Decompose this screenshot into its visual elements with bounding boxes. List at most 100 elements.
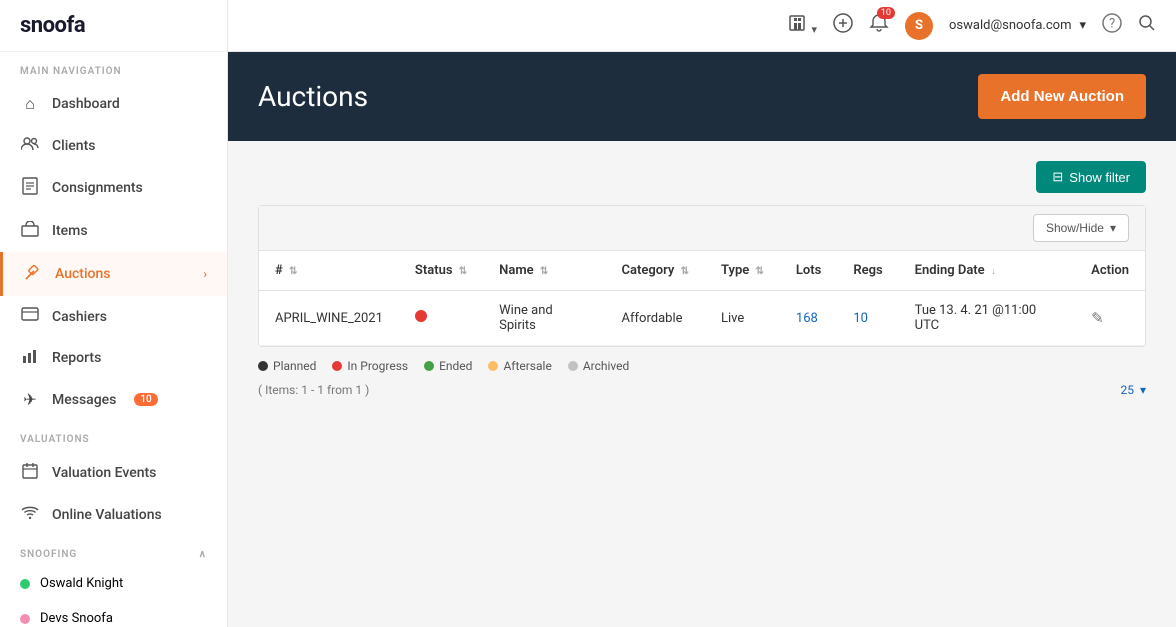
items-info: ( Items: 1 - 1 from 1 ) [258, 383, 369, 397]
aftersale-dot [488, 361, 498, 371]
sidebar-item-consignments[interactable]: Consignments [0, 166, 227, 210]
col-header-ending-date[interactable]: Ending Date ↓ [899, 251, 1075, 291]
help-icon[interactable]: ? [1102, 13, 1122, 38]
topbar: ▾ 10 S oswald@snoofa.com ▾ ? [228, 0, 1176, 52]
auctions-table-container: Show/Hide ▾ # ⇅ Status ⇅ Name ⇅ Category… [258, 205, 1146, 347]
sidebar-section-snoofing: SNOOFING ∧ [0, 535, 227, 566]
sidebar-item-online-valuations[interactable]: Online Valuations [0, 494, 227, 535]
sidebar-logo: snoofa [0, 0, 227, 52]
snoofing-user-label: Oswald Knight [40, 576, 123, 591]
user-menu-chevron: ▾ [1079, 18, 1086, 33]
sidebar-item-valuation-events[interactable]: Valuation Events [0, 451, 227, 494]
table-row: APRIL_WINE_2021 Wine and Spirits Afforda… [259, 291, 1145, 346]
col-header-lots[interactable]: Lots [780, 251, 837, 291]
notifications-badge: 10 [877, 7, 895, 19]
col-header-name[interactable]: Name ⇅ [483, 251, 605, 291]
main-content: Auctions Add New Auction ⊟ Show filter S… [228, 52, 1176, 627]
table-footer: ( Items: 1 - 1 from 1 ) 25 ▾ [258, 383, 1146, 397]
sidebar-item-reports[interactable]: Reports [0, 337, 227, 379]
sidebar-item-label: Dashboard [52, 96, 120, 112]
sidebar-item-dashboard[interactable]: ⌂ Dashboard [0, 83, 227, 125]
sidebar-item-label: Online Valuations [52, 507, 162, 523]
app-logo: snoofa [20, 13, 85, 38]
sidebar-item-label: Items [52, 223, 88, 239]
sidebar-item-label: Auctions [55, 266, 110, 282]
sidebar-item-auctions[interactable]: Auctions › [0, 252, 227, 296]
legend: Planned In Progress Ended Aftersale Arch… [258, 359, 1146, 373]
page-header: Auctions Add New Auction [228, 52, 1176, 141]
col-header-status[interactable]: Status ⇅ [399, 251, 483, 291]
content-area: ⊟ Show filter Show/Hide ▾ # ⇅ Status ⇅ N… [228, 141, 1176, 627]
add-icon[interactable] [833, 13, 853, 38]
legend-archived: Archived [568, 359, 629, 373]
show-filter-button[interactable]: ⊟ Show filter [1036, 161, 1146, 193]
auction-regs: 10 [837, 291, 898, 346]
auctions-icon [23, 263, 43, 285]
wifi-icon [20, 505, 40, 524]
reports-icon [20, 348, 40, 368]
messages-badge: 10 [134, 393, 157, 406]
auction-id: APRIL_WINE_2021 [259, 291, 399, 346]
sidebar-item-label: Valuation Events [52, 465, 156, 481]
legend-planned: Planned [258, 359, 316, 373]
chevron-down-icon: ▾ [1110, 221, 1116, 235]
col-header-regs[interactable]: Regs [837, 251, 898, 291]
auctions-table: # ⇅ Status ⇅ Name ⇅ Category ⇅ Type ⇅ Lo… [259, 251, 1145, 346]
auction-ending-date: Tue 13. 4. 21 @11:00 UTC [899, 291, 1075, 346]
auction-action: ✎ [1075, 291, 1145, 346]
snoofing-user-label: Devs Snoofa [40, 611, 113, 626]
notifications-icon[interactable]: 10 [869, 13, 889, 38]
building-icon[interactable]: ▾ [787, 13, 817, 38]
col-header-category[interactable]: Category ⇅ [606, 251, 705, 291]
sidebar-item-messages[interactable]: ✈ Messages 10 [0, 379, 227, 420]
clients-icon [20, 136, 40, 155]
in-progress-dot [332, 361, 342, 371]
ended-dot [424, 361, 434, 371]
away-status-dot [20, 614, 30, 624]
online-status-dot [20, 579, 30, 589]
search-icon[interactable] [1138, 14, 1156, 37]
sidebar-item-items[interactable]: Items [0, 210, 227, 252]
auction-lots: 168 [780, 291, 837, 346]
planned-dot [258, 361, 268, 371]
sidebar-item-label: Consignments [52, 180, 143, 196]
col-header-id[interactable]: # ⇅ [259, 251, 399, 291]
sidebar-item-label: Cashiers [52, 309, 107, 325]
user-info[interactable]: oswald@snoofa.com ▾ [949, 18, 1086, 33]
add-new-auction-button[interactable]: Add New Auction [978, 74, 1146, 119]
archived-dot [568, 361, 578, 371]
edit-auction-button[interactable]: ✎ [1091, 309, 1104, 327]
show-hide-button[interactable]: Show/Hide ▾ [1033, 214, 1129, 242]
auction-name: Wine and Spirits [483, 291, 605, 346]
sidebar: snoofa MAIN NAVIGATION ⌂ Dashboard Clien… [0, 0, 228, 627]
user-avatar[interactable]: S [905, 12, 933, 40]
sidebar-section-main: MAIN NAVIGATION [0, 52, 227, 83]
filter-bar: ⊟ Show filter [258, 161, 1146, 193]
chevron-up-icon: ∧ [199, 549, 207, 560]
sidebar-item-label: Clients [52, 138, 95, 154]
per-page-value: 25 [1120, 383, 1134, 397]
legend-in-progress: In Progress [332, 359, 408, 373]
user-email: oswald@snoofa.com [949, 18, 1071, 33]
items-icon [20, 221, 40, 241]
page-title: Auctions [258, 80, 368, 113]
consignments-icon [20, 177, 40, 199]
svg-text:?: ? [1109, 17, 1115, 32]
sidebar-item-cashiers[interactable]: Cashiers [0, 296, 227, 337]
per-page-selector[interactable]: 25 ▾ [1120, 383, 1146, 397]
status-dot-in-progress [415, 310, 427, 322]
sidebar-item-label: Reports [52, 350, 101, 366]
snoofing-user-devs: Devs Snoofa [0, 601, 227, 627]
calendar-icon [20, 462, 40, 483]
per-page-chevron: ▾ [1140, 383, 1146, 397]
sidebar-section-valuations: VALUATIONS [0, 420, 227, 451]
sidebar-item-clients[interactable]: Clients [0, 125, 227, 166]
filter-icon: ⊟ [1052, 169, 1063, 185]
sidebar-item-label: Messages [52, 392, 116, 408]
messages-icon: ✈ [20, 390, 40, 409]
col-header-type[interactable]: Type ⇅ [705, 251, 780, 291]
dashboard-icon: ⌂ [20, 94, 40, 114]
snoofing-user-oswald: Oswald Knight [0, 566, 227, 601]
auction-type: Live [705, 291, 780, 346]
auction-category: Affordable [606, 291, 705, 346]
